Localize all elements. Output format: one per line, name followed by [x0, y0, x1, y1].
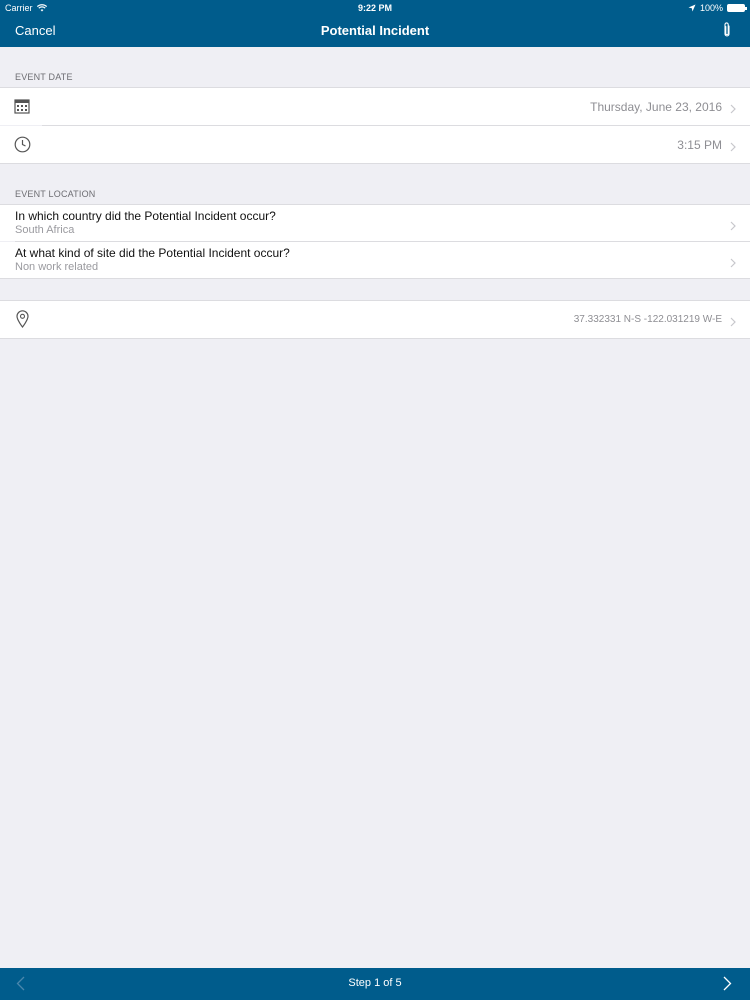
date-value: Thursday, June 23, 2016 [590, 100, 722, 114]
status-time: 9:22 PM [357, 3, 392, 13]
status-right: 100% [688, 0, 747, 16]
battery-percent: 100% [699, 3, 723, 13]
chevron-right-icon [730, 101, 736, 119]
chevron-right-icon [723, 976, 732, 991]
answer-text: Non work related [15, 261, 99, 273]
divider [0, 278, 750, 279]
location-arrow-icon [688, 4, 696, 12]
chevron-right-icon [730, 218, 736, 236]
time-row[interactable]: 3:15 PM [0, 126, 750, 163]
chevron-right-icon [730, 139, 736, 157]
step-indicator: Step 1 of 5 [348, 977, 402, 989]
page-title: Potential Incident [320, 23, 430, 38]
question-text: At what kind of site did the Potential I… [15, 246, 290, 260]
navigation-bar: Cancel Potential Incident [0, 16, 750, 47]
answer-text: South Africa [15, 224, 75, 236]
calendar-icon [14, 98, 30, 119]
clock-icon [14, 136, 31, 158]
chevron-right-icon [730, 314, 736, 332]
divider [0, 163, 750, 164]
status-bar: Carrier 9:22 PM 100% [0, 0, 750, 16]
location-pin-icon [16, 310, 29, 333]
gps-coordinates: 37.332331 N-S -122.031219 W-E [573, 314, 722, 325]
bottom-toolbar: Step 1 of 5 [0, 968, 750, 1000]
event-date-header: EVENT DATE [15, 72, 73, 82]
event-location-header: EVENT LOCATION [15, 189, 96, 199]
site-question-row[interactable]: At what kind of site did the Potential I… [0, 242, 750, 278]
battery-icon [727, 4, 747, 12]
country-question-row[interactable]: In which country did the Potential Incid… [0, 205, 750, 241]
gps-location-row[interactable]: 37.332331 N-S -122.031219 W-E [0, 301, 750, 338]
top-bar: Carrier 9:22 PM 100% Cancel Potential In… [0, 0, 750, 47]
time-value: 3:15 PM [677, 138, 722, 152]
next-step-button[interactable] [723, 976, 732, 996]
paperclip-icon[interactable] [722, 21, 732, 44]
question-text: In which country did the Potential Incid… [15, 209, 276, 223]
chevron-right-icon [730, 255, 736, 273]
divider [0, 338, 750, 339]
date-row[interactable]: Thursday, June 23, 2016 [0, 88, 750, 125]
